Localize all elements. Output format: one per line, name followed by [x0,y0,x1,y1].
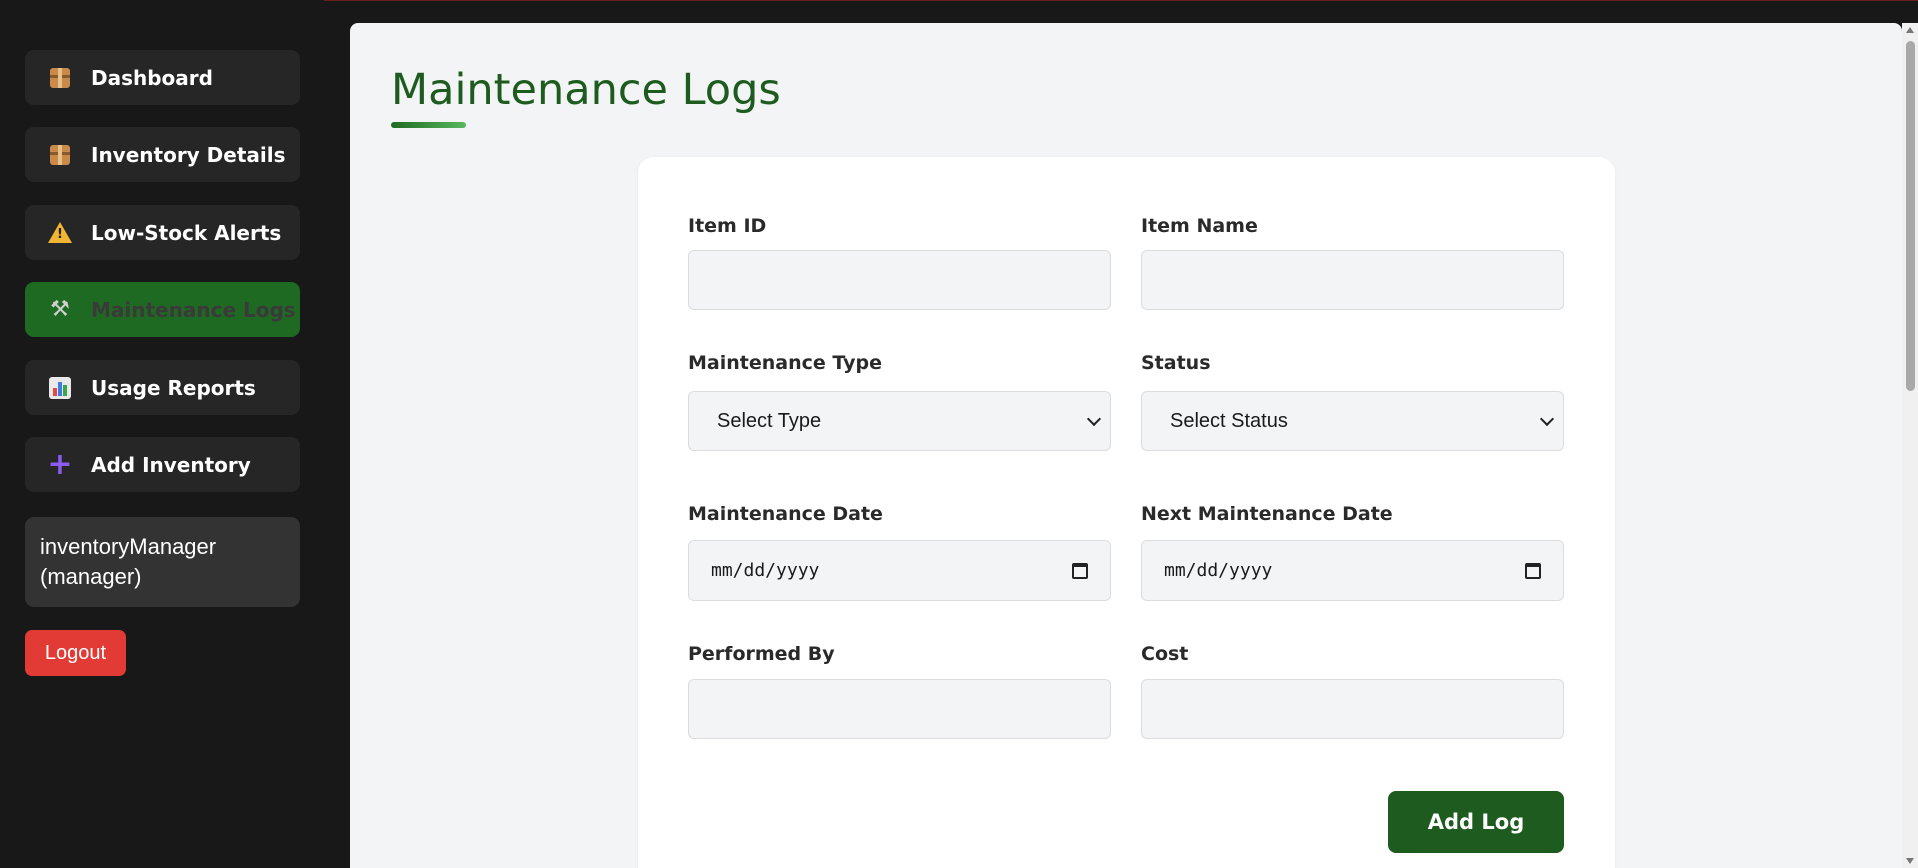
status-value: Select Status [1170,409,1288,432]
maintenance-type-value: Select Type [717,409,822,432]
sidebar-item-maintenance-logs[interactable]: ⚒ Maintenance Logs [25,282,300,337]
next-maintenance-date-value: mm/dd/yyyy [1164,560,1273,581]
maintenance-date-label: Maintenance Date [688,503,883,525]
sidebar-item-usage-reports[interactable]: Usage Reports [25,360,300,415]
chevron-down-icon [1539,411,1555,426]
tools-icon: ⚒ [50,297,70,322]
cost-label: Cost [1141,643,1189,665]
performed-by-label: Performed By [688,643,835,665]
sidebar-item-label: Add Inventory [91,452,251,477]
calendar-icon[interactable] [1525,562,1541,579]
add-log-button[interactable]: Add Log [1388,791,1564,853]
maintenance-log-form: Item ID Item Name Maintenance Type Selec… [638,157,1615,868]
scrollbar-thumb[interactable] [1906,41,1915,391]
user-info: inventoryManager (manager) [25,517,300,607]
main-panel: Maintenance Logs Item ID Item Name Maint… [350,23,1902,868]
performed-by-input[interactable] [688,679,1111,739]
bar-chart-icon [47,375,73,401]
scroll-up-arrow-icon[interactable] [1906,27,1914,33]
sidebar-item-label: Inventory Details [91,142,286,167]
status-label: Status [1141,352,1211,374]
sidebar-item-dashboard[interactable]: Dashboard [25,50,300,105]
package-icon [47,142,73,168]
calendar-icon[interactable] [1072,562,1088,579]
sidebar-item-add-inventory[interactable]: + Add Inventory [25,437,300,492]
item-id-label: Item ID [688,215,767,237]
scroll-down-arrow-icon[interactable] [1906,858,1914,864]
package-icon [47,65,73,91]
maintenance-date-value: mm/dd/yyyy [711,560,820,581]
logout-button[interactable]: Logout [25,630,126,676]
next-maintenance-date-input[interactable]: mm/dd/yyyy [1141,540,1564,601]
page-title: Maintenance Logs [391,65,781,115]
cost-input[interactable] [1141,679,1564,739]
sidebar-item-label: Maintenance Logs [91,297,296,322]
item-name-label: Item Name [1141,215,1258,237]
maintenance-type-select[interactable]: Select Type [688,391,1111,451]
sidebar-item-label: Usage Reports [91,375,256,400]
item-name-input[interactable] [1141,250,1564,310]
maintenance-type-label: Maintenance Type [688,352,882,374]
maintenance-date-input[interactable]: mm/dd/yyyy [688,540,1111,601]
scrollbar[interactable] [1902,23,1918,868]
sidebar-item-inventory-details[interactable]: Inventory Details [25,127,300,182]
status-select[interactable]: Select Status [1141,391,1564,451]
sidebar-item-label: Dashboard [91,65,213,90]
sidebar: Dashboard Inventory Details ! Low-Stock … [0,0,324,868]
plus-icon: + [47,446,73,482]
sidebar-item-label: Low-Stock Alerts [91,220,282,245]
item-id-input[interactable] [688,250,1111,310]
warning-icon: ! [47,220,73,246]
sidebar-item-low-stock-alerts[interactable]: ! Low-Stock Alerts [25,205,300,260]
next-maintenance-date-label: Next Maintenance Date [1141,503,1393,525]
title-underline [391,122,466,128]
chevron-down-icon [1086,411,1102,426]
